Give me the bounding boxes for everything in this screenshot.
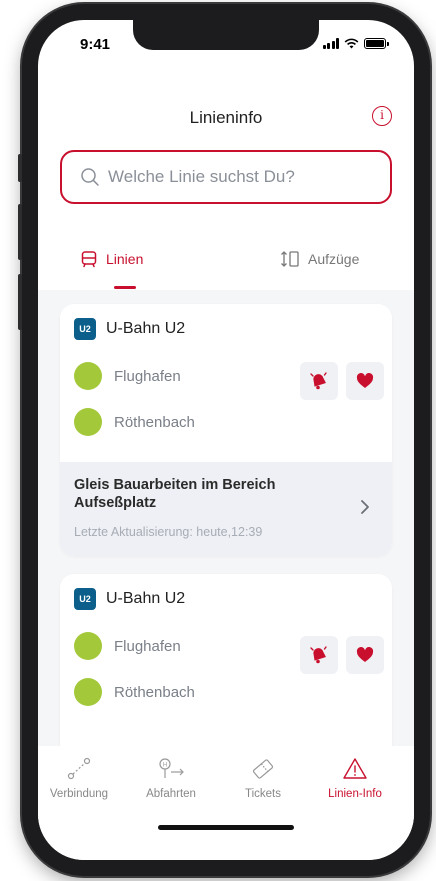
volume-up-button <box>18 204 22 260</box>
bell-alert-icon <box>310 372 327 390</box>
stop-dot <box>74 632 102 660</box>
app-screen: 9:41 Linieninfo i Welche Linie suchst Du… <box>38 20 414 860</box>
stop-item: Flughafen <box>74 632 181 660</box>
search-icon <box>81 168 99 186</box>
search-input[interactable] <box>108 167 368 187</box>
favorite-button[interactable] <box>346 636 384 674</box>
favorite-button[interactable] <box>346 362 384 400</box>
departures-icon: H <box>159 758 184 778</box>
notice-title: Gleis Bauarbeiten im Bereich Aufseßplatz <box>74 477 276 511</box>
line-name: U-Bahn U2 <box>106 590 186 607</box>
heart-icon <box>356 373 374 388</box>
ubahn-badge: U2 <box>74 588 96 610</box>
bus-icon <box>81 251 97 268</box>
tab-aufzuege[interactable]: Aufzüge <box>280 250 359 268</box>
ticket-icon <box>252 759 274 779</box>
elevator-icon <box>281 251 299 267</box>
stop-dot <box>74 408 102 436</box>
disruption-notice[interactable]: Gleis Bauarbeiten im Bereich Aufseßplatz… <box>60 462 392 556</box>
line-name: U-Bahn U2 <box>106 320 186 337</box>
nav-linien-info[interactable]: Linien-Info <box>310 756 400 800</box>
active-tab-indicator <box>114 286 136 289</box>
stop-name: Röthenbach <box>114 413 195 431</box>
stop-item: Röthenbach <box>74 408 195 436</box>
volume-down-button <box>18 274 22 330</box>
heart-icon <box>356 647 374 662</box>
alert-bell-button[interactable] <box>300 636 338 674</box>
tab-bar: Linien Aufzüge <box>38 242 414 290</box>
tab-linien[interactable]: Linien <box>80 250 143 268</box>
stop-name: Flughafen <box>114 367 181 385</box>
bell-alert-icon <box>310 646 327 664</box>
stop-item: Röthenbach <box>74 678 195 706</box>
signal-icon <box>322 38 339 49</box>
notch <box>133 20 319 50</box>
stop-name: Flughafen <box>114 637 181 655</box>
line-card[interactable]: U2 U-Bahn U2 Flughafen Röthenbach <box>60 574 392 746</box>
nav-abfahrten-label: Abfahrten <box>146 788 196 800</box>
nav-linien-info-label: Linien-Info <box>328 788 382 800</box>
stop-dot <box>74 362 102 390</box>
bottom-nav: Verbindung H Abfahrten Tickets Linien-In… <box>38 746 414 860</box>
search-box[interactable] <box>60 150 392 204</box>
nav-verbindung[interactable]: Verbindung <box>38 756 124 800</box>
wifi-icon <box>344 38 359 49</box>
tab-aufzuege-label: Aufzüge <box>308 251 360 267</box>
line-list: U2 U-Bahn U2 Flughafen Röthenbach Gleis … <box>38 290 414 746</box>
nav-tickets-label: Tickets <box>245 788 281 800</box>
stop-item: Flughafen <box>74 362 181 390</box>
mute-switch <box>18 154 22 182</box>
route-icon <box>67 757 91 780</box>
ubahn-badge: U2 <box>74 318 96 340</box>
nav-abfahrten[interactable]: H Abfahrten <box>126 756 216 800</box>
line-header: U2 U-Bahn U2 <box>74 318 185 340</box>
nav-verbindung-label: Verbindung <box>49 788 109 800</box>
nav-tickets[interactable]: Tickets <box>218 756 308 800</box>
tab-linien-label: Linien <box>106 251 144 267</box>
stop-dot <box>74 678 102 706</box>
alert-bell-button[interactable] <box>300 362 338 400</box>
warning-icon <box>343 758 367 779</box>
page-title: Linieninfo <box>189 108 263 127</box>
notice-updated: Letzte Aktualisierung: heute,12:39 <box>74 525 263 539</box>
stop-name: Röthenbach <box>114 683 195 701</box>
line-card[interactable]: U2 U-Bahn U2 Flughafen Röthenbach <box>60 304 392 556</box>
status-icons <box>322 38 389 49</box>
info-button[interactable]: i <box>372 106 392 126</box>
battery-icon <box>364 38 389 49</box>
chevron-right-icon <box>361 500 369 514</box>
svg-text:H: H <box>163 763 167 769</box>
home-indicator <box>158 825 294 830</box>
status-time: 9:41 <box>80 36 111 53</box>
line-header: U2 U-Bahn U2 <box>74 588 185 610</box>
